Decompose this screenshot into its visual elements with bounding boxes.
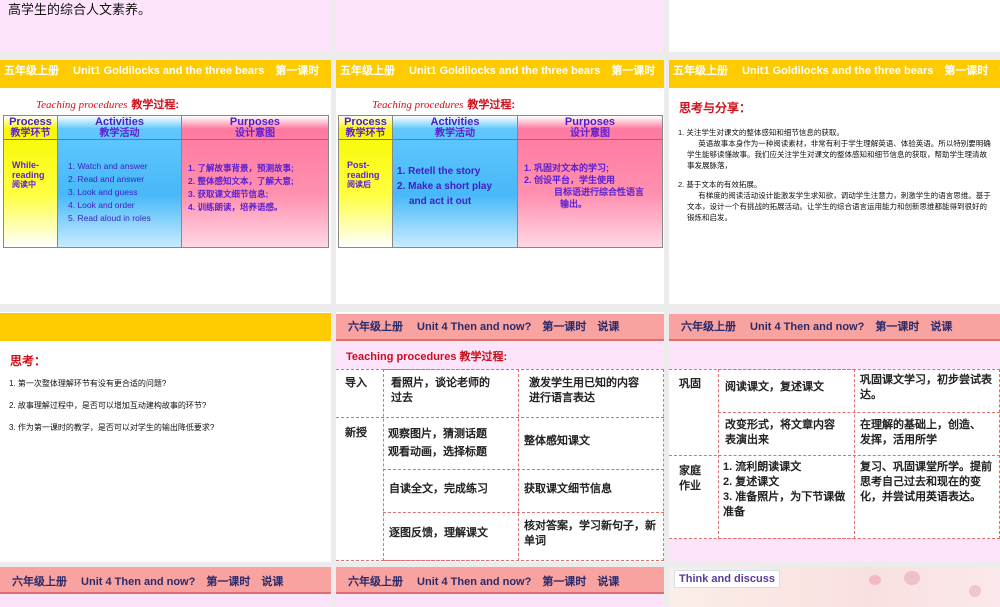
- cell-stage: 导入: [345, 377, 367, 389]
- slide-thumbnail[interactable]: 思考： 1. 第一次整体理解环节有没有更合适的问题? 2. 故事理解过程中，是否…: [0, 312, 331, 562]
- cell-activity: 阅读课文，复述课文: [725, 381, 824, 393]
- slide-thumbnail[interactable]: 六年级上册 Unit 4 Then and now? 第一课时 说课: [336, 567, 664, 607]
- cell-purpose: 在理解的基础上，创造、发挥，活用所学: [860, 419, 981, 446]
- activities-column: Activities 教学活动 1. Watch and answer 2. Rea…: [57, 115, 182, 248]
- slide-title: Think and discuss: [674, 570, 780, 588]
- process-label: reading: [347, 170, 380, 180]
- activities-column: Activities 教学活动 1. Retell the story 2. Mak…: [392, 115, 518, 248]
- header-activities: Activities: [95, 116, 144, 128]
- cell-purpose: 核对答案，学习新句子，新单词: [524, 520, 656, 547]
- cell-stage: 家庭作业: [679, 465, 701, 492]
- subtitle-zh: 教学过程:: [131, 99, 180, 111]
- petal-decoration: [869, 575, 881, 585]
- slide-thumbnail[interactable]: 六年级上册 Unit 4 Then and now? 第一课时 说课 Teach…: [336, 312, 664, 562]
- slide-subtitle: Teaching procedures 教学过程:: [372, 96, 515, 112]
- cell-activity: 观察图片，猜测话题 观看动画，选择标题: [388, 428, 487, 458]
- purpose-item: 2. 创设平台，学生使用: [524, 175, 616, 185]
- slide-header: 六年级上册 Unit 4 Then and now? 第一课时 说课: [0, 567, 331, 594]
- cell-activity: 1. 流利朗读课文 2. 复述课文 3. 准备照片，为下节课做准备: [723, 461, 846, 518]
- process-column: Process 教学环节 Post-reading 阅读后: [338, 115, 393, 248]
- subtitle-en: Teaching procedures: [36, 99, 128, 111]
- point-title: 1. 关注学生对课文的整体感知和细节信息的获取。: [678, 128, 844, 137]
- cell-activity: 改变形式，将文章内容表演出来: [725, 419, 835, 446]
- slide-thumbnail[interactable]: 高学生的综合人文素养。: [0, 0, 331, 52]
- header-purposes-zh: 设计意图: [570, 128, 610, 139]
- slide-header: 六年级上册 Unit 4 Then and now? 第一课时 说课: [336, 314, 664, 341]
- purposes-column: Purposes 设计意图 1. 了解故事背景，预测故事; 2. 整体感知文本，了解…: [181, 115, 329, 248]
- activity-item: 4. Look and order: [68, 200, 135, 210]
- process-label: reading: [12, 170, 45, 180]
- activity-item: 3. Look and guess: [68, 187, 138, 197]
- header-purposes: Purposes: [229, 116, 281, 128]
- slide-thumbnail[interactable]: Think and discuss: [669, 567, 1000, 607]
- purpose-item: 目标语进行综合性语言: [554, 187, 645, 197]
- activity-item: 1. Retell the story: [397, 166, 481, 177]
- purpose-item: 1. 了解故事背景，预测故事;: [188, 163, 294, 173]
- purpose-item: 1. 巩固对文本的学习;: [524, 163, 610, 173]
- header-purposes-zh: 设计意图: [235, 128, 275, 139]
- slide-header: 六年级上册 Unit 4 Then and now? 第一课时 说课: [669, 314, 1000, 341]
- slide-thumbnail[interactable]: [669, 0, 1000, 52]
- cell-stage: 新授: [345, 427, 367, 439]
- cell-purpose: 复习、巩固课堂所学。提前思考自己过去和现在的变化，并尝试用英语表达。: [860, 461, 992, 503]
- cell-purpose: 获取课文细节信息: [524, 483, 612, 495]
- process-label: Post-: [347, 160, 370, 170]
- process-label-zh: 阅读中: [12, 180, 36, 189]
- activity-item: 2. Read and answer: [68, 174, 145, 184]
- cell-activity: 自读全文，完成练习: [389, 483, 488, 495]
- slide-header-bar: [0, 313, 331, 341]
- subtitle-zh: 教学过程:: [467, 99, 516, 111]
- activity-item: and act it out: [409, 196, 472, 207]
- header-activities: Activities: [430, 116, 480, 128]
- slide-thumbnail[interactable]: [336, 0, 664, 52]
- point-text: 有梯度的阅读活动设计能激发学生求知欲，调动学生注意力，刺激学生的语言思维。基于文…: [687, 191, 991, 222]
- cell-purpose: 激发学生用已知的内容进行语言表达: [529, 377, 639, 404]
- process-column: Process 教学环节 While-reading 阅读中: [3, 115, 58, 248]
- slide-subtitle: Teaching procedures 教学过程:: [36, 96, 179, 112]
- point-title: 2. 基于文本的有效拓展。: [678, 180, 762, 189]
- header-activities-zh: 教学活动: [99, 128, 140, 139]
- purpose-item: 输出。: [560, 199, 588, 209]
- purposes-column: Purposes 设计意图 1. 巩固对文本的学习; 2. 创设平台，学生使用目标语…: [517, 115, 663, 248]
- activity-item: 1. Watch and answer: [68, 161, 148, 171]
- cell-purpose: 整体感知课文: [524, 435, 590, 447]
- header-activities-zh: 教学活动: [435, 128, 475, 139]
- header-process: Process: [344, 116, 387, 128]
- question-item: 2. 故事理解过程中，是否可以增加互动建构故事的环节?: [9, 401, 207, 410]
- process-label-zh: 阅读后: [347, 180, 371, 189]
- slide-title: 思考与分享：: [679, 101, 752, 115]
- process-label: While-: [12, 160, 39, 170]
- slide-header: 六年级上册 Unit 4 Then and now? 第一课时 说课: [336, 567, 664, 594]
- cell-activity: 逐图反馈，理解课文: [389, 527, 488, 539]
- slide-thumbnail[interactable]: 五年级上册 Unit1 Goldilocks and the three bea…: [669, 60, 1000, 304]
- header-process: Process: [9, 116, 52, 128]
- point-text: 英语故事本身作为一种阅读素材，非常有利于学生理解英语、体验英语。所以特别要明确学…: [687, 139, 991, 170]
- slide-thumbnail[interactable]: 六年级上册 Unit 4 Then and now? 第一课时 说课: [0, 567, 331, 607]
- slide-thumbnail[interactable]: 六年级上册 Unit 4 Then and now? 第一课时 说课 巩固 阅读…: [669, 312, 1000, 562]
- slide-title: 思考：: [10, 354, 47, 368]
- header-process-zh: 教学环节: [10, 128, 51, 139]
- slide-subtitle: Teaching procedures 教学过程:: [346, 351, 508, 363]
- slide-thumbnail[interactable]: 五年级上册 Unit1 Goldilocks and the three bea…: [336, 60, 664, 304]
- purpose-item: 3. 获取课文细节信息;: [188, 189, 269, 199]
- activity-item: 2. Make a short play: [397, 181, 493, 192]
- petal-decoration: [904, 571, 920, 585]
- petal-decoration: [969, 585, 981, 597]
- slide-thumbnail[interactable]: 五年级上册 Unit1 Goldilocks and the three bea…: [0, 60, 331, 304]
- header-process-zh: 教学环节: [345, 128, 386, 139]
- slide-header: 五年级上册 Unit1 Goldilocks and the three bea…: [336, 60, 664, 88]
- cell-purpose: 巩固课文学习，初步尝试表达。: [860, 374, 992, 401]
- slide-header: 五年级上册 Unit1 Goldilocks and the three bea…: [669, 60, 1000, 88]
- cell-stage: 巩固: [679, 378, 701, 390]
- slide-text: 高学生的综合人文素养。: [8, 2, 152, 17]
- activity-item: 5. Read aloud in roles: [68, 213, 151, 223]
- cell-activity: 看照片，谈论老师的过去: [391, 377, 490, 404]
- slide-header: 五年级上册 Unit1 Goldilocks and the three bea…: [0, 60, 331, 88]
- purpose-item: 2. 整体感知文本，了解大意;: [188, 176, 294, 186]
- subtitle-en: Teaching procedures: [372, 99, 464, 111]
- question-item: 1. 第一次整体理解环节有没有更合适的问题?: [9, 379, 167, 388]
- purpose-item: 4. 训练朗读，培养语感。: [188, 202, 283, 212]
- question-item: 3. 作为第一课时的教学，是否可以对学生的输出降低要求?: [9, 423, 215, 432]
- header-purposes: Purposes: [564, 116, 616, 128]
